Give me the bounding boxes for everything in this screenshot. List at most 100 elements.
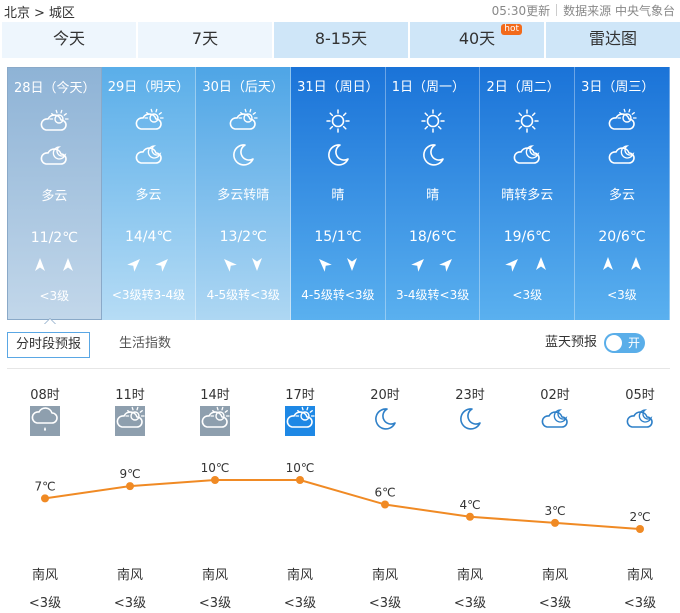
temperature-point: [551, 518, 559, 527]
wind-direction-icons: [480, 256, 574, 276]
temperature-point: [381, 500, 389, 509]
toggle-knob: [606, 335, 622, 351]
temperature-range: 19/6℃: [503, 229, 551, 245]
day-date: 28日（今天）: [14, 81, 96, 96]
tab-today[interactable]: 今天: [2, 22, 136, 58]
temperature-label: 2℃: [629, 510, 650, 524]
wind-level: 4-5级转<3级: [301, 288, 375, 302]
hour-time: 11时: [115, 388, 145, 403]
tab-7-days[interactable]: 7天: [138, 22, 272, 58]
breadcrumb-district[interactable]: 城区: [49, 6, 75, 21]
wind-arrow-icon: [344, 256, 360, 272]
wind-direction-icons: [291, 256, 385, 276]
wind-level: <3级: [113, 596, 147, 611]
day-card[interactable]: 28日（今天） 多云 11/2℃ <3级: [7, 67, 102, 320]
cloudy-night-icon: [8, 143, 101, 169]
wind-direction: 南风: [286, 568, 313, 583]
moon-icon: [370, 406, 400, 436]
tab-40-days[interactable]: 40天 hot: [410, 22, 544, 58]
temperature-range: 15/1℃: [314, 229, 362, 245]
wind-direction: 南风: [116, 568, 143, 583]
wind-arrow-icon: [32, 257, 48, 273]
tab-label: 8-15天: [314, 29, 368, 48]
header-bar: 北京 > 城区 05:30更新 数据来源 中央气象台: [0, 0, 680, 22]
wind-level: <3级: [368, 596, 402, 611]
hour-time: 14时: [200, 388, 230, 403]
weather-description: 多云转晴: [217, 188, 270, 203]
tab-label: 7天: [191, 29, 219, 48]
weather-description: 多云: [135, 188, 162, 203]
day-card[interactable]: 29日（明天） 多云 14/4℃ <3级转3-4级: [101, 67, 197, 320]
wind-direction-icons: [575, 256, 669, 276]
wind-arrow-icon: [126, 256, 143, 272]
data-source: 数据来源 中央气象台: [563, 4, 675, 18]
breadcrumb-separator: >: [34, 6, 45, 21]
moon-icon: [291, 142, 385, 168]
wind-level: <3级: [39, 289, 70, 303]
partly-cloudy-icon: [196, 108, 290, 134]
forecast-tabs: 今天 7天 8-15天 40天 hot 雷达图: [2, 22, 680, 58]
weather-description: 晴: [331, 188, 345, 203]
cloudy-night-icon: [102, 142, 196, 168]
hot-badge: hot: [501, 24, 522, 35]
temperature-point: [296, 476, 304, 484]
moon-icon: [196, 142, 290, 168]
update-info: 05:30更新 数据来源 中央气象台: [492, 2, 675, 19]
hour-time: 08时: [30, 388, 60, 403]
wind-direction: 南风: [31, 568, 58, 583]
day-date: 3日（周三）: [581, 80, 655, 95]
day-card[interactable]: 3日（周三） 多云 20/6℃ <3级: [575, 67, 670, 320]
wind-arrow-icon: [249, 256, 265, 272]
temperature-label: 10℃: [201, 461, 230, 475]
weather-description: 晴: [426, 188, 440, 203]
hour-time: 02时: [540, 388, 570, 403]
wind-direction: 南风: [371, 568, 398, 583]
wind-direction-icons: [8, 257, 101, 277]
wind-level: <3级: [623, 596, 657, 611]
blue-sky-toggle[interactable]: 开: [604, 333, 645, 353]
cloudy-night-icon: [540, 406, 570, 436]
wind-arrow-icon: [600, 256, 616, 272]
update-time: 05:30更新: [491, 4, 551, 18]
breadcrumb-city[interactable]: 北京: [4, 6, 30, 21]
day-card[interactable]: 30日（后天） 多云转晴 13/2℃ 4-5级转<3级: [196, 67, 292, 320]
temperature-label: 7℃: [34, 479, 55, 493]
divider: [556, 4, 558, 16]
wind-arrow-icon: [154, 256, 171, 272]
day-card[interactable]: 2日（周二） 晴转多云 19/6℃ <3级: [480, 67, 576, 320]
wind-arrow-icon: [628, 256, 644, 272]
weather-description: 多云: [41, 189, 68, 204]
wind-direction: 南风: [626, 568, 653, 583]
weather-description: 多云: [608, 188, 635, 203]
sun-icon: [291, 108, 385, 134]
divider: [7, 368, 670, 369]
partly-cloudy-icon: [115, 406, 145, 436]
cloudy-night-icon: [575, 142, 669, 168]
temperature-label: 4℃: [459, 498, 480, 512]
tab-8-15-days[interactable]: 8-15天: [274, 22, 408, 58]
tab-life-index[interactable]: 生活指数: [111, 332, 179, 358]
hourly-forecast: 7℃ 9℃ 10℃ 10℃ 6℃ 4℃ 3℃ 2℃ 08时 南风 <3级 11时 南风 <3级…: [0, 370, 680, 613]
wind-level: <3级转3-4级: [111, 288, 186, 302]
tab-radar[interactable]: 雷达图: [546, 22, 680, 58]
tab-hourly-forecast[interactable]: 分时段预报: [7, 332, 91, 358]
day-card[interactable]: 31日（周日） 晴 15/1℃ 4-5级转<3级: [291, 67, 386, 320]
temperature-range: 13/2℃: [219, 229, 267, 245]
wind-level: <3级: [512, 288, 543, 302]
sun-icon: [480, 108, 574, 134]
day-card[interactable]: 1日（周一） 晴 18/6℃ 3-4级转<3级: [385, 67, 481, 320]
wind-arrow-icon: [438, 256, 455, 272]
daily-forecast-strip: 28日（今天） 多云 11/2℃ <3级 29日（明天） 多云 14/4℃ <3…: [7, 67, 670, 320]
selected-day-pointer: [44, 318, 56, 324]
wind-level: <3级: [198, 596, 232, 611]
moon-icon: [386, 142, 480, 168]
temperature-point: [211, 476, 219, 484]
temperature-label: 9℃: [119, 467, 140, 481]
breadcrumb: 北京 > 城区: [4, 2, 79, 21]
wind-direction-icons: [386, 256, 480, 276]
partly-cloudy-icon: [8, 109, 101, 135]
wind-level: <3级: [283, 596, 317, 611]
wind-level: <3级: [538, 596, 572, 611]
wind-arrow-icon: [410, 256, 427, 272]
day-date: 1日（周一）: [391, 80, 466, 95]
